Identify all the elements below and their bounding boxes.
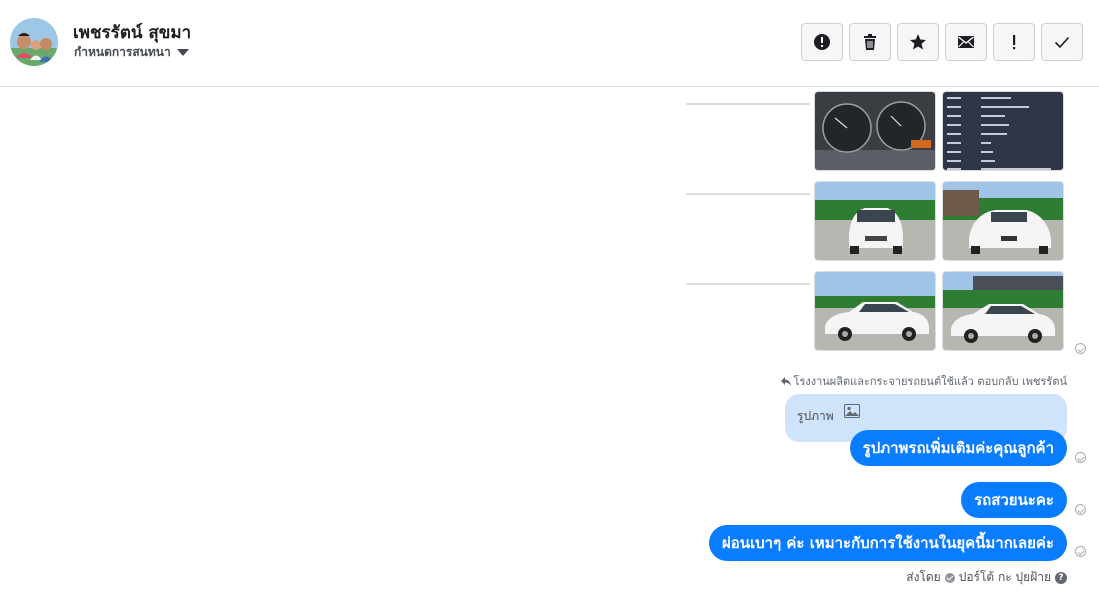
check-circle-icon <box>944 572 955 583</box>
delete-button[interactable] <box>849 23 891 61</box>
message-thread: โรงงานผลิตและกระจายรถยนต์ใช้แล้ว ตอบกลับ… <box>0 88 1099 608</box>
help-icon[interactable]: ? <box>1055 571 1067 584</box>
seen-check-icon <box>1075 343 1086 354</box>
trash-icon <box>864 34 876 50</box>
reply-note: โรงงานผลิตและกระจายรถยนต์ใช้แล้ว ตอบกลับ… <box>780 372 1067 390</box>
conversation-header: เพชรรัตน์ สุขมา กำหนดการสนทนา <box>0 0 1099 87</box>
star-button[interactable] <box>897 23 939 61</box>
assign-label: กำหนดการสนทนา <box>74 45 171 59</box>
exclamation-icon <box>1013 35 1016 50</box>
mark-unread-button[interactable] <box>945 23 987 61</box>
assign-conversation-dropdown[interactable]: กำหนดการสนทนา <box>74 43 189 62</box>
photo-spec-card[interactable] <box>942 91 1064 171</box>
photo-car-side-1[interactable] <box>814 271 936 351</box>
quoted-label: รูปภาพ <box>797 409 834 423</box>
star-icon <box>910 34 926 50</box>
divider <box>686 283 810 285</box>
conversation-toolbar <box>801 23 1083 61</box>
mark-done-button[interactable] <box>1041 23 1083 61</box>
sent-by-prefix: ส่งโดย <box>906 570 941 584</box>
divider <box>686 193 810 195</box>
image-icon <box>843 404 860 418</box>
mark-important-button[interactable] <box>993 23 1035 61</box>
message-bubble[interactable]: ผ่อนเบาๆ ค่ะ เหมาะกับการใช้งานในยุคนี้มา… <box>708 525 1067 561</box>
message-text: ผ่อนเบาๆ ค่ะ เหมาะกับการใช้งานในยุคนี้มา… <box>721 534 1054 552</box>
divider <box>686 103 810 105</box>
photo-car-rear[interactable] <box>942 181 1064 261</box>
contact-name[interactable]: เพชรรัตน์ สุขมา <box>73 19 191 46</box>
message-text: รูปภาพรถเพิ่มเติมค่ะคุณลูกค้า <box>862 439 1054 457</box>
report-spam-button[interactable] <box>801 23 843 61</box>
photo-car-side-2[interactable] <box>942 271 1064 351</box>
seen-check-icon <box>1075 504 1086 515</box>
avatar[interactable] <box>10 18 58 66</box>
check-icon <box>1054 36 1070 49</box>
photo-car-front[interactable] <box>814 181 936 261</box>
reply-note-text: โรงงานผลิตและกระจายรถยนต์ใช้แล้ว ตอบกลับ… <box>793 375 1067 388</box>
alert-circle-icon <box>814 34 830 50</box>
seen-check-icon <box>1075 452 1086 463</box>
reply-arrow-icon <box>780 376 791 386</box>
chevron-down-icon <box>176 49 189 56</box>
sent-by-name[interactable]: ปอร์โต้ กะ ปุยฝ้าย <box>959 568 1051 587</box>
envelope-icon <box>958 36 974 48</box>
sent-by-line: ส่งโดย ปอร์โต้ กะ ปุยฝ้าย ? <box>906 568 1067 587</box>
message-text: รถสวยนะคะ <box>974 491 1054 509</box>
seen-check-icon <box>1075 546 1086 557</box>
message-bubble[interactable]: รถสวยนะคะ <box>961 482 1067 518</box>
photo-dashboard[interactable] <box>814 91 936 171</box>
message-bubble[interactable]: รูปภาพรถเพิ่มเติมค่ะคุณลูกค้า <box>849 430 1067 466</box>
